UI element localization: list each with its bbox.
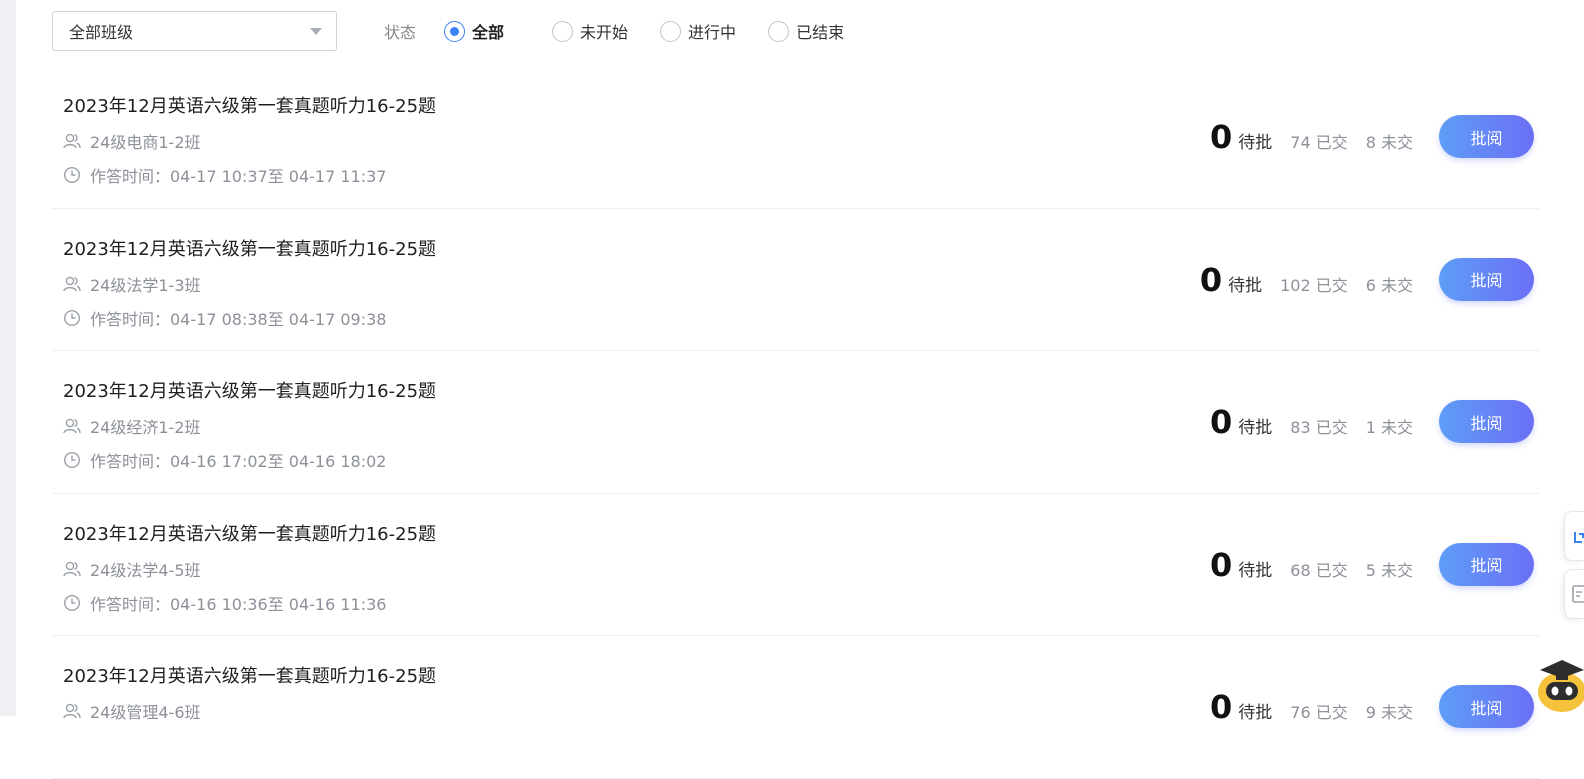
task-time: 作答时间：04-17 08:38至 04-17 09:38 bbox=[63, 306, 386, 330]
class-select-value: 全部班级 bbox=[69, 23, 134, 42]
clock-icon bbox=[63, 166, 81, 184]
class-name: 24级法学1-3班 bbox=[90, 275, 201, 295]
filter-bar: 全部班级 状态 全部 未开始 进行中 已结束 bbox=[52, 11, 844, 51]
pending-label: 待批 bbox=[1238, 560, 1273, 581]
not-submitted-count: 8 未交 bbox=[1365, 133, 1413, 152]
submitted-count: 68 已交 bbox=[1290, 560, 1348, 580]
floating-doc-tool[interactable] bbox=[1564, 569, 1584, 619]
task-list: 2023年12月英语六级第一套真题听力16-25题 24级电商1-2班 作答时间… bbox=[52, 66, 1539, 779]
task-time: 作答时间：04-16 17:02至 04-16 18:02 bbox=[63, 448, 386, 472]
task-class: 24级电商1-2班 bbox=[63, 129, 201, 153]
clock-icon bbox=[63, 309, 81, 326]
task-stats: 0 待批 76 已交 9 未交 bbox=[1210, 688, 1413, 726]
task-stats: 0 待批 68 已交 5 未交 bbox=[1210, 546, 1413, 584]
users-icon bbox=[63, 703, 81, 719]
pending-count: 0 bbox=[1199, 260, 1223, 299]
task-title[interactable]: 2023年12月英语六级第一套真题听力16-25题 bbox=[63, 520, 436, 546]
assistant-mascot[interactable] bbox=[1532, 652, 1584, 712]
class-name: 24级经济1-2班 bbox=[90, 418, 201, 437]
not-submitted-count: 5 未交 bbox=[1365, 560, 1413, 580]
task-title[interactable]: 2023年12月英语六级第一套真题听力16-25题 bbox=[63, 92, 436, 118]
floating-share-tool[interactable] bbox=[1564, 511, 1584, 561]
radio-not-started[interactable]: 未开始 bbox=[552, 19, 628, 43]
task-title[interactable]: 2023年12月英语六级第一套真题听力16-25题 bbox=[63, 377, 436, 403]
pending-count: 0 bbox=[1210, 403, 1233, 441]
answer-time: 作答时间：04-17 08:38至 04-17 09:38 bbox=[90, 309, 387, 329]
status-label: 状态 bbox=[384, 23, 417, 42]
users-icon bbox=[63, 276, 81, 291]
task-time: 作答时间：04-16 10:36至 04-16 11:36 bbox=[63, 591, 386, 615]
task-stats: 0 待批 102 已交 6 未交 bbox=[1200, 261, 1413, 299]
not-submitted-count: 1 未交 bbox=[1365, 418, 1413, 437]
task-title[interactable]: 2023年12月英语六级第一套真题听力16-25题 bbox=[63, 235, 436, 261]
task-stats: 0 待批 83 已交 1 未交 bbox=[1210, 403, 1413, 441]
users-icon bbox=[63, 418, 81, 434]
robot-mascot-icon bbox=[1538, 660, 1584, 712]
review-button[interactable]: 批阅 bbox=[1439, 257, 1534, 301]
users-icon bbox=[63, 561, 81, 576]
pending-label: 待批 bbox=[1238, 418, 1273, 438]
task-time: 作答时间：04-17 10:37至 04-17 11:37 bbox=[63, 163, 386, 187]
review-button[interactable]: 批阅 bbox=[1439, 685, 1534, 728]
radio-circle bbox=[768, 20, 790, 42]
task-item: 2023年12月英语六级第一套真题听力16-25题 24级电商1-2班 作答时间… bbox=[52, 66, 1539, 209]
task-class: 24级法学1-3班 bbox=[63, 272, 201, 296]
review-button[interactable]: 批阅 bbox=[1439, 115, 1534, 158]
task-stats: 0 待批 74 已交 8 未交 bbox=[1210, 118, 1413, 156]
review-button[interactable]: 批阅 bbox=[1439, 542, 1534, 586]
radio-label: 未开始 bbox=[580, 23, 629, 42]
pending-count: 0 bbox=[1210, 118, 1233, 156]
radio-circle bbox=[444, 20, 466, 42]
class-select[interactable]: 全部班级 bbox=[52, 11, 337, 51]
radio-label: 进行中 bbox=[688, 23, 737, 42]
pending-count: 0 bbox=[1210, 688, 1233, 726]
pending-label: 待批 bbox=[1238, 133, 1273, 153]
users-icon bbox=[63, 133, 81, 149]
class-name: 24级电商1-2班 bbox=[90, 133, 201, 152]
class-name: 24级法学4-5班 bbox=[90, 560, 201, 580]
task-class: 24级经济1-2班 bbox=[63, 414, 201, 438]
task-item: 2023年12月英语六级第一套真题听力16-25题 24级经济1-2班 作答时间… bbox=[52, 351, 1539, 494]
submitted-count: 74 已交 bbox=[1290, 133, 1348, 152]
radio-label: 已结束 bbox=[796, 23, 845, 42]
radio-circle bbox=[660, 20, 682, 42]
task-class: 24级法学4-5班 bbox=[63, 557, 201, 581]
submitted-count: 76 已交 bbox=[1290, 703, 1348, 722]
radio-all[interactable]: 全部 bbox=[444, 19, 504, 43]
document-icon bbox=[1572, 585, 1584, 603]
task-class: 24级管理4-6班 bbox=[63, 699, 201, 723]
answer-time: 作答时间：04-16 17:02至 04-16 18:02 bbox=[90, 452, 387, 471]
submitted-count: 102 已交 bbox=[1280, 275, 1348, 295]
clock-icon bbox=[63, 594, 81, 611]
pending-label: 待批 bbox=[1238, 703, 1273, 723]
task-title[interactable]: 2023年12月英语六级第一套真题听力16-25题 bbox=[63, 662, 436, 688]
answer-time: 作答时间：04-17 10:37至 04-17 11:37 bbox=[90, 167, 387, 186]
not-submitted-count: 9 未交 bbox=[1365, 703, 1413, 722]
radio-circle bbox=[552, 20, 574, 42]
share-icon bbox=[1574, 532, 1584, 543]
task-item: 2023年12月英语六级第一套真题听力16-25题 24级法学1-3班 作答时间… bbox=[52, 209, 1539, 351]
pending-label: 待批 bbox=[1228, 275, 1263, 296]
radio-in-progress[interactable]: 进行中 bbox=[660, 19, 736, 43]
submitted-count: 83 已交 bbox=[1290, 418, 1348, 437]
class-name: 24级管理4-6班 bbox=[90, 703, 201, 722]
clock-icon bbox=[63, 451, 81, 469]
caret-down-icon bbox=[310, 27, 322, 35]
task-item: 2023年12月英语六级第一套真题听力16-25题 24级法学4-5班 作答时间… bbox=[52, 494, 1539, 636]
task-item: 2023年12月英语六级第一套真题听力16-25题 24级管理4-6班 0 待批… bbox=[52, 636, 1539, 779]
pending-count: 0 bbox=[1210, 545, 1233, 584]
not-submitted-count: 6 未交 bbox=[1365, 275, 1413, 295]
radio-ended[interactable]: 已结束 bbox=[768, 19, 844, 43]
radio-label: 全部 bbox=[472, 23, 505, 42]
left-sidebar-edge bbox=[0, 0, 16, 716]
answer-time: 作答时间：04-16 10:36至 04-16 11:36 bbox=[90, 594, 387, 614]
review-button[interactable]: 批阅 bbox=[1439, 400, 1534, 443]
